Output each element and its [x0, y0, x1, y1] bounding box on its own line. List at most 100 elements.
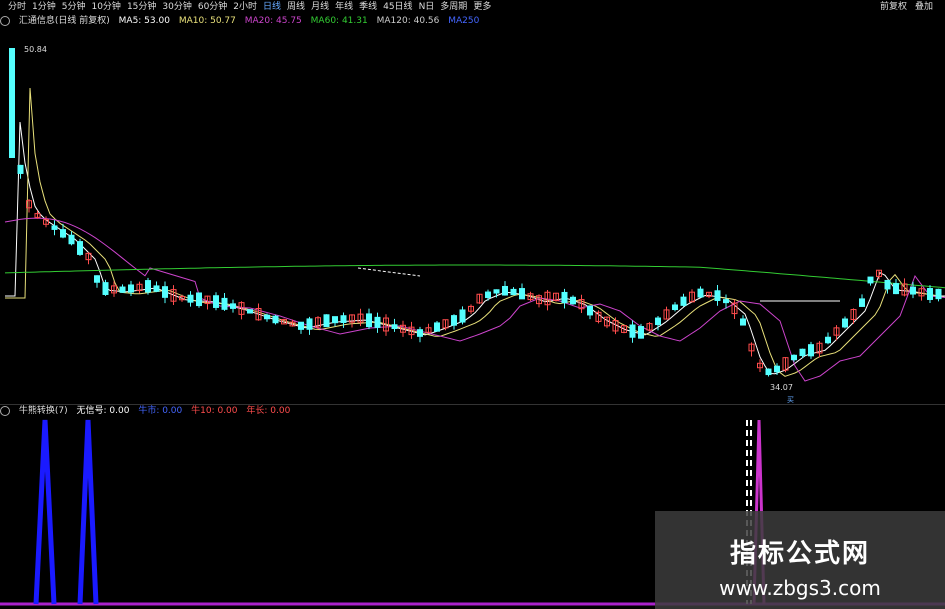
ma10-label: MA10: 50.77 — [178, 16, 236, 26]
candle-body — [213, 295, 219, 308]
candle-body — [927, 288, 933, 300]
candle-body — [561, 291, 568, 304]
watermark-url: www.zbgs3.com — [719, 576, 881, 600]
candle-body — [272, 315, 279, 324]
candle-body — [842, 318, 848, 328]
tab-5[interactable]: 30分钟 — [162, 0, 191, 14]
tab-16[interactable]: 更多 — [473, 0, 491, 14]
tab-11[interactable]: 年线 — [335, 0, 353, 14]
tab-12[interactable]: 季线 — [359, 0, 377, 14]
chart-title: 汇通信息(日线 前复权) — [18, 16, 110, 26]
toolbar-right: 前复权 叠加 — [880, 0, 941, 14]
watermark-title: 指标公式网 — [729, 539, 870, 569]
candle-body — [145, 280, 151, 293]
ma60-label: MA60: 41.31 — [310, 16, 368, 26]
candle-body — [247, 309, 253, 314]
candle-body — [765, 368, 772, 376]
candle-body — [94, 275, 100, 283]
candlestick-chart[interactable]: 50.84 34.07 买 — [0, 28, 945, 404]
ma120-label: MA120: 40.56 — [376, 16, 440, 26]
tab-10[interactable]: 月线 — [311, 0, 329, 14]
candle-body — [884, 279, 891, 290]
indicator-label3: 牛10: 0.00 — [191, 406, 238, 416]
candle-body — [9, 48, 15, 158]
tab-1[interactable]: 1分钟 — [32, 0, 56, 14]
tab-9[interactable]: 周线 — [287, 0, 305, 14]
candle-body — [298, 321, 304, 330]
indicator-label2: 牛市: 0.00 — [138, 406, 183, 416]
candle-body — [825, 336, 831, 344]
candle-body — [60, 229, 66, 238]
candle-body — [119, 286, 126, 293]
candle-body — [587, 305, 593, 316]
right-tab-1[interactable]: 叠加 — [915, 2, 933, 12]
candle-body — [808, 344, 814, 357]
candle-body — [893, 283, 899, 295]
candle-body — [187, 294, 194, 303]
candle-body — [417, 329, 423, 337]
ma5-label: MA5: 53.00 — [118, 16, 170, 26]
candle-body — [910, 286, 916, 295]
candle-body — [374, 316, 381, 328]
gear-icon[interactable] — [0, 15, 10, 26]
tab-2[interactable]: 5分钟 — [62, 0, 86, 14]
tab-7[interactable]: 2小时 — [233, 0, 257, 14]
candle-body — [162, 286, 168, 298]
candle-body — [935, 288, 942, 300]
ma-info-bar: 汇通信息(日线 前复权) MA5: 53.00 MA10: 50.77 MA20… — [0, 14, 945, 28]
candle-body — [451, 315, 457, 326]
candle-body — [485, 291, 491, 299]
tab-13[interactable]: 45日线 — [383, 0, 412, 14]
tab-0[interactable]: 分时 — [8, 0, 26, 14]
trend-line — [357, 267, 421, 277]
candle-body — [859, 298, 865, 307]
tab-15[interactable]: 多周期 — [440, 0, 467, 14]
indicator-spike-2 — [77, 419, 99, 605]
indicator-spike-1 — [33, 419, 57, 605]
indicator-label4: 年长: 0.00 — [246, 406, 291, 416]
low-price-label: 34.07 — [770, 383, 793, 392]
candle-body — [638, 326, 644, 339]
candle-body — [493, 289, 500, 294]
candle-body — [510, 288, 517, 296]
tab-14[interactable]: N日 — [419, 0, 435, 14]
candle-body — [340, 315, 347, 323]
candle-body — [153, 285, 160, 292]
candle-body — [102, 282, 109, 295]
candle-body — [323, 314, 330, 328]
tab-4[interactable]: 15分钟 — [127, 0, 156, 14]
candle-body — [434, 322, 440, 332]
tab-8[interactable]: 日线 — [263, 0, 281, 14]
candle-body — [51, 225, 58, 230]
candle-body — [723, 299, 729, 304]
indicator-gear-icon[interactable] — [0, 405, 10, 416]
ma250-label: MA250 — [448, 16, 480, 26]
tab-6[interactable]: 60分钟 — [198, 0, 227, 14]
right-tab-0[interactable]: 前复权 — [880, 2, 907, 12]
indicator-label1: 无信号: 0.00 — [76, 406, 130, 416]
candle-body — [502, 285, 508, 296]
ma20-label: MA20: 45.75 — [244, 16, 302, 26]
candle-body — [799, 348, 806, 357]
candle-body — [519, 288, 525, 300]
candle-body — [672, 304, 678, 311]
indicator-name: 牛熊转换(7) — [18, 406, 68, 416]
candle-body — [714, 290, 721, 301]
candle-body — [740, 318, 746, 326]
tab-3[interactable]: 10分钟 — [91, 0, 120, 14]
ma10-line — [5, 87, 945, 377]
candle-body — [68, 234, 75, 245]
candle-body — [306, 318, 313, 330]
candle-body — [791, 354, 797, 361]
candle-body — [570, 296, 576, 305]
candle-body — [230, 303, 236, 309]
candle-body — [867, 276, 874, 284]
period-toolbar: 分时 1分钟 5分钟 10分钟 15分钟 30分钟 60分钟 2小时 日线 周线 月线 年线 季线 45日… — [0, 0, 945, 14]
candle-body — [391, 324, 398, 330]
candle-body — [264, 314, 270, 320]
candle-body — [77, 241, 83, 255]
candle-body — [332, 316, 338, 324]
candle-body — [680, 296, 687, 306]
candle-body — [697, 288, 704, 298]
candle-body — [196, 292, 202, 307]
